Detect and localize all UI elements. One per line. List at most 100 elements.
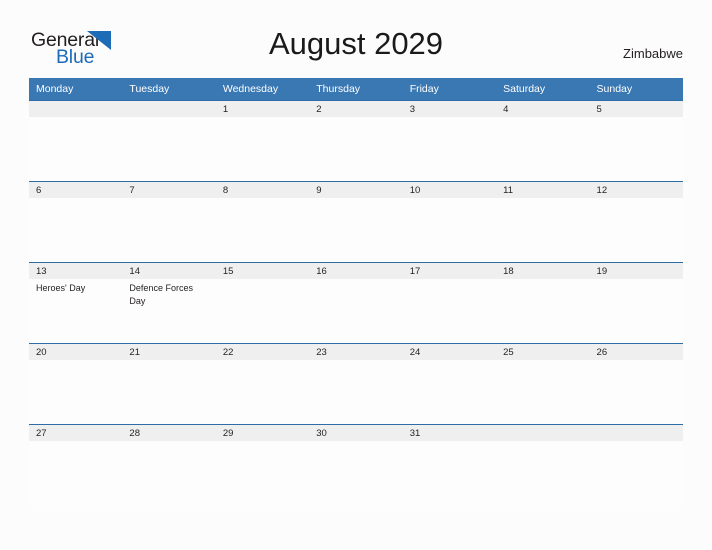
calendar-day-cell[interactable]: 27 — [29, 424, 123, 505]
day-number: 1 — [215, 100, 310, 117]
day-cell-inner — [496, 424, 590, 505]
calendar-day-cell[interactable]: 4 — [496, 100, 590, 181]
day-events: Defence Forces Day — [122, 279, 215, 307]
day-cell-inner — [589, 424, 683, 505]
day-cell-inner: 5 — [589, 100, 683, 181]
calendar-day-cell[interactable]: 22 — [215, 343, 310, 424]
calendar-week-row: 12345 — [29, 100, 683, 181]
day-number: 19 — [589, 262, 683, 279]
day-number: 23 — [309, 343, 403, 360]
day-cell-inner: 1 — [215, 100, 310, 181]
day-cell-inner: 18 — [496, 262, 590, 343]
day-cell-inner: 14 Defence Forces Day — [122, 262, 216, 343]
weekday-header-sunday: Sunday — [589, 78, 683, 100]
calendar-day-cell[interactable]: 13 Heroes' Day — [29, 262, 123, 343]
calendar-day-cell[interactable]: 21 — [122, 343, 216, 424]
day-cell-inner: 21 — [122, 343, 216, 424]
day-number: 30 — [309, 424, 403, 441]
calendar-day-cell[interactable]: 20 — [29, 343, 123, 424]
day-number: 9 — [309, 181, 403, 198]
day-cell-inner: 6 — [29, 181, 123, 262]
calendar-day-cell[interactable] — [589, 424, 683, 505]
calendar-day-cell[interactable]: 6 — [29, 181, 123, 262]
day-number: 24 — [402, 343, 497, 360]
calendar-day-cell[interactable] — [496, 424, 590, 505]
day-number: 2 — [309, 100, 403, 117]
calendar-page: General Blue August 2029 Zimbabwe Monday… — [0, 0, 712, 550]
calendar-day-cell[interactable]: 25 — [496, 343, 590, 424]
calendar-day-cell[interactable]: 7 — [122, 181, 216, 262]
day-cell-inner: 11 — [496, 181, 590, 262]
day-cell-inner — [122, 100, 216, 181]
day-number: 6 — [29, 181, 123, 198]
calendar-day-cell[interactable]: 30 — [309, 424, 403, 505]
calendar-day-cell[interactable]: 17 — [402, 262, 497, 343]
calendar-header-row: Monday Tuesday Wednesday Thursday Friday… — [29, 78, 683, 100]
holiday-label: Defence Forces Day — [129, 283, 193, 306]
day-cell-inner: 19 — [589, 262, 683, 343]
day-number: 15 — [215, 262, 310, 279]
calendar-day-cell[interactable]: 9 — [309, 181, 403, 262]
calendar-day-cell[interactable]: 10 — [402, 181, 497, 262]
day-cell-inner: 27 — [29, 424, 123, 505]
calendar-day-cell[interactable]: 29 — [215, 424, 310, 505]
calendar-day-cell[interactable]: 3 — [402, 100, 497, 181]
day-number: 8 — [215, 181, 310, 198]
page-header: General Blue August 2029 Zimbabwe — [0, 0, 712, 78]
calendar-day-cell[interactable]: 1 — [215, 100, 310, 181]
weekday-header-tuesday: Tuesday — [122, 78, 216, 100]
day-cell-inner: 29 — [215, 424, 310, 505]
calendar-day-cell[interactable]: 12 — [589, 181, 683, 262]
day-number: 27 — [29, 424, 123, 441]
calendar-day-cell[interactable] — [122, 100, 216, 181]
weekday-header-thursday: Thursday — [309, 78, 403, 100]
calendar-week-row: 20 21 22 23 24 25 26 — [29, 343, 683, 424]
day-cell-inner: 20 — [29, 343, 123, 424]
day-cell-inner: 8 — [215, 181, 310, 262]
day-cell-inner: 13 Heroes' Day — [29, 262, 123, 343]
calendar-day-cell[interactable]: 28 — [122, 424, 216, 505]
day-number: 25 — [496, 343, 590, 360]
calendar-week-row: 13 Heroes' Day 14 Defence Forces Day 15 16 17 1… — [29, 262, 683, 343]
day-cell-inner: 25 — [496, 343, 590, 424]
calendar-day-cell[interactable]: 2 — [309, 100, 403, 181]
weekday-header-row: Monday Tuesday Wednesday Thursday Friday… — [29, 78, 683, 100]
day-number: 29 — [215, 424, 310, 441]
calendar-day-cell[interactable]: 24 — [402, 343, 497, 424]
calendar-day-cell[interactable]: 14 Defence Forces Day — [122, 262, 216, 343]
country-label: Zimbabwe — [623, 46, 683, 61]
day-number: 20 — [29, 343, 123, 360]
calendar-day-cell[interactable]: 8 — [215, 181, 310, 262]
day-cell-inner: 4 — [496, 100, 590, 181]
day-cell-inner: 26 — [589, 343, 683, 424]
day-cell-inner: 12 — [589, 181, 683, 262]
calendar-day-cell[interactable]: 26 — [589, 343, 683, 424]
calendar-body: 1 2 3 4 5 6 7 8 9 10 11 12 13 Heroes' Day 14 Defence Fo… — [29, 100, 683, 505]
calendar-week-row: 27 28 29 30 31 — [29, 424, 683, 505]
calendar-day-cell[interactable]: 31 — [402, 424, 497, 505]
day-cell-inner: 31 — [402, 424, 497, 505]
day-events: Heroes' Day — [29, 279, 122, 295]
day-cell-inner: 16 — [309, 262, 403, 343]
day-number: 14 — [122, 262, 216, 279]
day-number: 12 — [589, 181, 683, 198]
weekday-header-wednesday: Wednesday — [215, 78, 310, 100]
day-number — [29, 100, 123, 117]
calendar-day-cell[interactable]: 11 — [496, 181, 590, 262]
day-cell-inner: 2 — [309, 100, 403, 181]
day-cell-inner: 28 — [122, 424, 216, 505]
day-cell-inner: 17 — [402, 262, 497, 343]
day-cell-inner: 9 — [309, 181, 403, 262]
calendar-day-cell[interactable]: 15 — [215, 262, 310, 343]
calendar-day-cell[interactable]: 18 — [496, 262, 590, 343]
calendar-day-cell[interactable]: 16 — [309, 262, 403, 343]
day-number: 13 — [29, 262, 123, 279]
calendar-day-cell[interactable] — [29, 100, 123, 181]
calendar-day-cell[interactable]: 19 — [589, 262, 683, 343]
day-number: 10 — [402, 181, 497, 198]
day-cell-inner: 23 — [309, 343, 403, 424]
calendar-day-cell[interactable]: 5 — [589, 100, 683, 181]
weekday-header-friday: Friday — [402, 78, 497, 100]
weekday-header-saturday: Saturday — [496, 78, 590, 100]
calendar-day-cell[interactable]: 23 — [309, 343, 403, 424]
